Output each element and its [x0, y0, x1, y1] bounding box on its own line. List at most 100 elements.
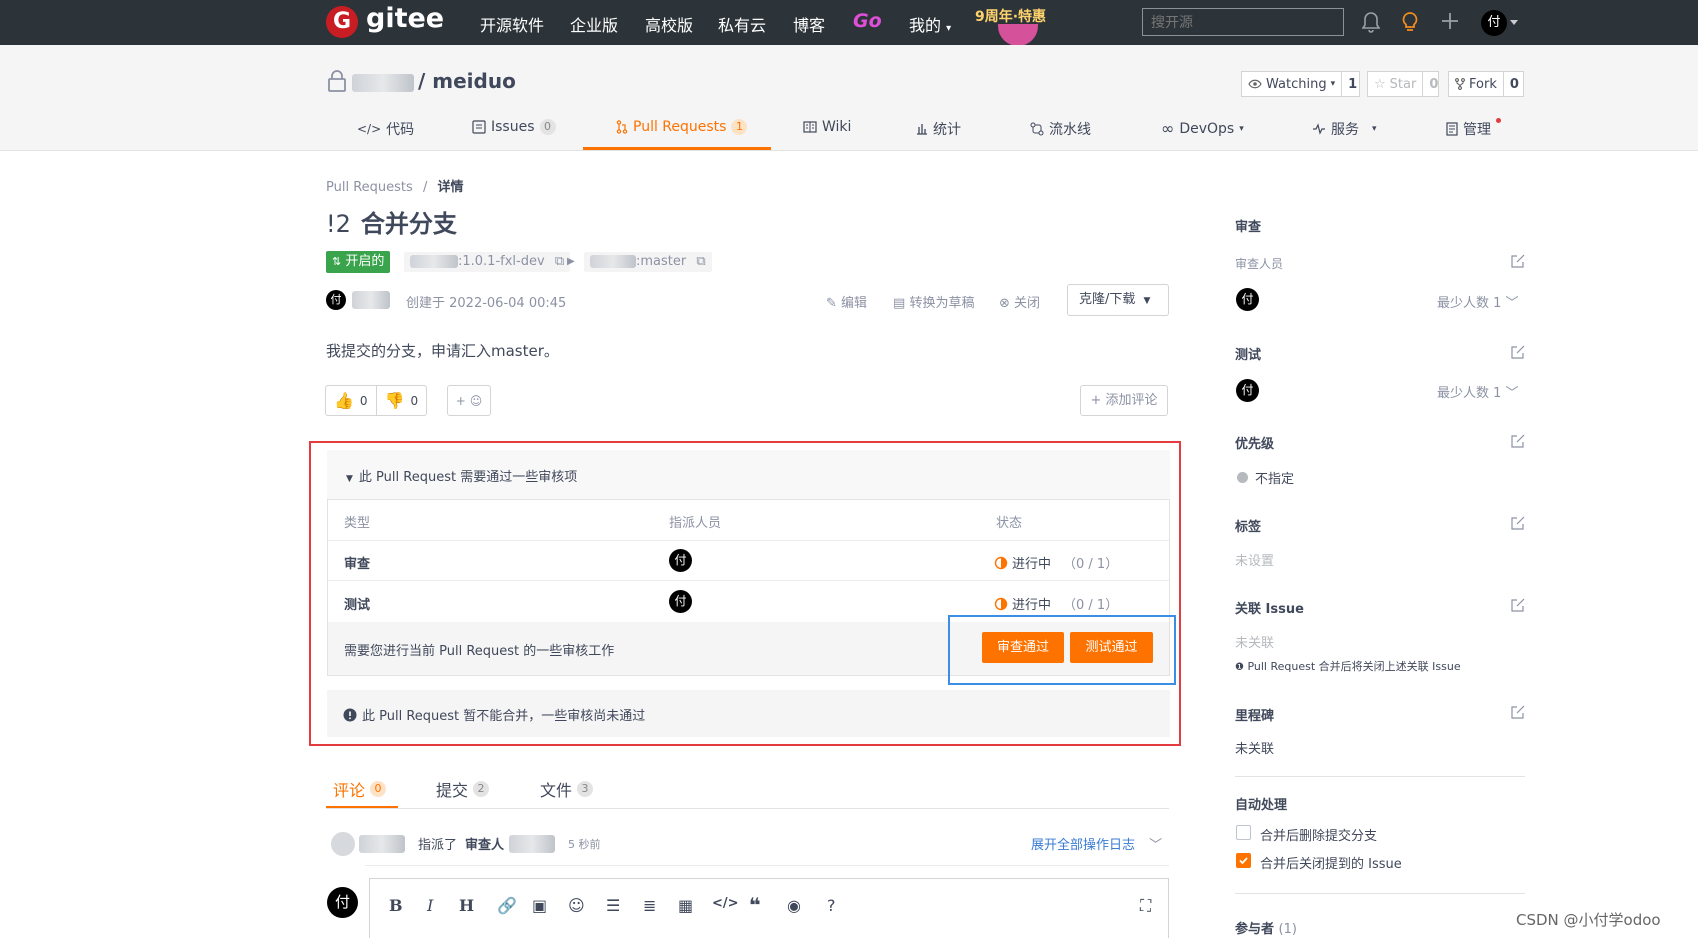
- clone-download-button[interactable]: 克隆/下载 ▼: [1067, 284, 1169, 316]
- tab-code[interactable]: </> 代码: [357, 119, 414, 139]
- tab-stats-label: 统计: [933, 122, 961, 138]
- thumbs-down-icon: 👎: [384, 391, 405, 410]
- gitee-logo-icon[interactable]: G: [326, 6, 358, 38]
- preview-eye-icon[interactable]: ◉: [787, 896, 801, 915]
- italic-button[interactable]: I: [427, 896, 433, 915]
- heading-button[interactable]: H: [459, 896, 474, 915]
- author-avatar[interactable]: 付: [326, 290, 346, 310]
- chevron-down-icon[interactable]: [1510, 20, 1518, 25]
- bell-icon[interactable]: [1362, 11, 1380, 33]
- log-time: 5 秒前: [568, 838, 601, 851]
- close-issue-label[interactable]: 合并后关闭提到的 Issue: [1260, 853, 1402, 872]
- draft-icon: ▤: [893, 296, 906, 311]
- comment-editor[interactable]: [369, 878, 1169, 938]
- star-count[interactable]: 0: [1422, 72, 1444, 96]
- promo-banner[interactable]: 9周年·特惠: [975, 6, 1046, 26]
- fork-count[interactable]: 0: [1502, 72, 1525, 96]
- repo-name[interactable]: / meiduo: [418, 69, 516, 93]
- tab-stats[interactable]: 统计: [916, 119, 961, 139]
- quote-icon[interactable]: ❝: [749, 893, 761, 917]
- add-comment-button[interactable]: + 添加评论: [1080, 385, 1168, 416]
- edit-button[interactable]: ✎ 编辑: [826, 292, 867, 311]
- nav-blog[interactable]: 博客: [793, 12, 825, 36]
- nav-education[interactable]: 高校版: [645, 12, 693, 36]
- fullscreen-icon[interactable]: ⛶: [1140, 896, 1151, 916]
- user-avatar[interactable]: 付: [1481, 10, 1507, 36]
- actor-name-blurred[interactable]: [359, 835, 405, 853]
- thumbs-down-reaction[interactable]: 👎 0: [375, 386, 427, 415]
- lightbulb-icon[interactable]: [1401, 11, 1419, 33]
- watch-count[interactable]: 1: [1341, 72, 1363, 96]
- breadcrumb-parent[interactable]: Pull Requests: [326, 180, 413, 195]
- plus-icon[interactable]: [1441, 12, 1459, 30]
- labels-title: 标签: [1235, 520, 1262, 535]
- chevron-down-icon: ﹀: [1505, 296, 1519, 311]
- copy-icon[interactable]: ⧉: [696, 254, 705, 269]
- target-owner-blurred: [590, 255, 636, 268]
- edit-icon[interactable]: [1510, 515, 1526, 531]
- owner-name-blurred[interactable]: [352, 74, 414, 92]
- thumbs-up-reaction[interactable]: 👍 0: [326, 386, 376, 415]
- target-branch[interactable]: :master ⧉: [584, 252, 712, 272]
- top-navbar: G gitee 开源软件 企业版 高校版 私有云 博客 Go 我的 ▾ 9周年·…: [0, 0, 1698, 46]
- created-time: 创建于 2022-06-04 00:45: [406, 296, 567, 311]
- numbered-list-icon[interactable]: ≣: [643, 896, 656, 915]
- delete-branch-label[interactable]: 合并后删除提交分支: [1260, 825, 1377, 844]
- tab-wiki[interactable]: Wiki: [803, 119, 851, 135]
- delete-branch-checkbox[interactable]: [1236, 825, 1251, 840]
- add-reaction-button[interactable]: + ☺: [447, 385, 491, 416]
- help-icon[interactable]: ?: [827, 896, 836, 915]
- pr-title: 合并分支: [360, 210, 457, 238]
- image-icon[interactable]: ▣: [532, 896, 547, 915]
- edit-icon[interactable]: [1510, 704, 1526, 720]
- tab-files[interactable]: 文件 3: [540, 777, 594, 801]
- code-icon[interactable]: </>: [712, 896, 739, 911]
- watch-button[interactable]: Watching ▾ 1: [1241, 71, 1360, 97]
- edit-icon[interactable]: [1510, 597, 1526, 613]
- bold-button[interactable]: B: [389, 896, 403, 915]
- nav-mine[interactable]: 我的 ▾: [909, 12, 951, 36]
- breadcrumb: Pull Requests / 详情: [326, 176, 463, 195]
- clone-download-label: 克隆/下载: [1079, 292, 1136, 307]
- emoji-icon[interactable]: ☺: [568, 896, 585, 915]
- comment-author-avatar[interactable]: 付: [327, 887, 358, 918]
- tab-pipeline[interactable]: 流水线: [1030, 119, 1091, 139]
- tab-issues[interactable]: Issues 0: [472, 119, 556, 135]
- min-reviewers[interactable]: 最少人数 1 ﹀: [1437, 292, 1519, 311]
- star-icon: ☆: [1374, 76, 1386, 92]
- tab-devops[interactable]: ∞ DevOps ▾: [1161, 119, 1244, 138]
- tab-pull-requests[interactable]: Pull Requests 1: [616, 119, 748, 135]
- issues-count-badge: 0: [539, 119, 556, 135]
- author-name-blurred[interactable]: [352, 291, 390, 309]
- fork-button[interactable]: Fork 0: [1448, 71, 1524, 97]
- convert-draft-button[interactable]: ▤ 转换为草稿: [893, 292, 974, 311]
- close-pr-button[interactable]: ⊗ 关闭: [999, 292, 1040, 311]
- edit-icon[interactable]: [1510, 253, 1526, 269]
- nav-enterprise[interactable]: 企业版: [570, 12, 618, 36]
- bullet-list-icon[interactable]: ☰: [606, 896, 620, 915]
- min-testers[interactable]: 最少人数 1 ﹀: [1437, 382, 1519, 401]
- reviewer-avatar[interactable]: 付: [1236, 288, 1259, 311]
- infinity-icon: ∞: [1161, 119, 1175, 138]
- tab-comments[interactable]: 评论 0: [333, 777, 387, 801]
- search-input[interactable]: [1142, 8, 1344, 36]
- gitee-logo-text[interactable]: gitee: [366, 3, 444, 34]
- tester-avatar[interactable]: 付: [1236, 379, 1259, 402]
- nav-opensource[interactable]: 开源软件: [480, 12, 544, 36]
- table-icon[interactable]: ▦: [678, 896, 693, 915]
- nav-private-cloud[interactable]: 私有云: [718, 12, 766, 36]
- link-icon[interactable]: 🔗: [497, 896, 517, 915]
- edit-icon[interactable]: [1510, 344, 1526, 360]
- copy-icon[interactable]: ⧉: [555, 254, 564, 269]
- tab-commits[interactable]: 提交 2: [436, 777, 490, 801]
- close-issue-checkbox[interactable]: [1236, 853, 1251, 868]
- expand-log-link[interactable]: 展开全部操作日志 ﹀: [1031, 834, 1162, 853]
- source-branch[interactable]: :1.0.1-fxl-dev ⧉: [404, 252, 571, 272]
- tab-services[interactable]: 服务 ▾: [1312, 119, 1377, 139]
- star-button[interactable]: ☆ Star 0: [1367, 71, 1439, 97]
- nav-go[interactable]: Go: [853, 10, 882, 32]
- linked-issue-note: ❶ Pull Request 合并后将关闭上述关联 Issue: [1235, 658, 1461, 674]
- reviewer-name-blurred[interactable]: [509, 835, 555, 853]
- edit-icon[interactable]: [1510, 433, 1526, 449]
- tab-manage[interactable]: 管理: [1446, 119, 1491, 139]
